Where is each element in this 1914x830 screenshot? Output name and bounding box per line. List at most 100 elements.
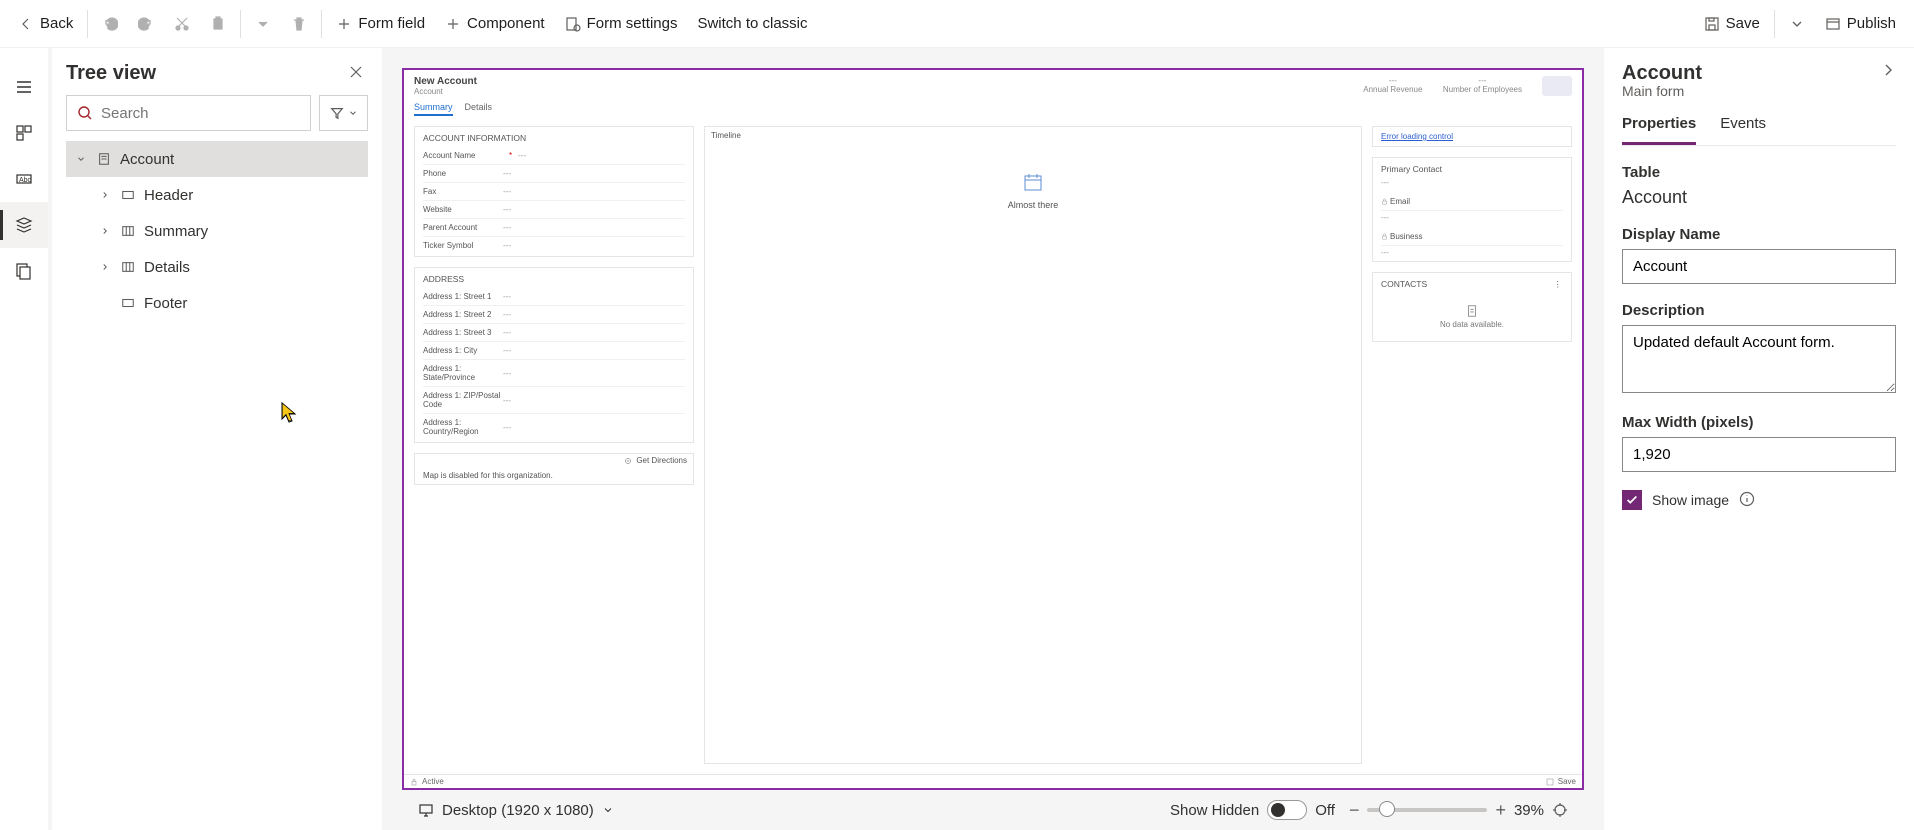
rail-form-libs[interactable]: [0, 248, 48, 294]
field-row[interactable]: Fax---: [423, 183, 685, 201]
tab-properties[interactable]: Properties: [1622, 115, 1696, 145]
field-row[interactable]: Address 1: Street 1---: [423, 288, 685, 306]
tab-events[interactable]: Events: [1720, 115, 1766, 145]
show-hidden-label: Show Hidden: [1170, 802, 1259, 819]
tree-item-account[interactable]: Account: [66, 141, 368, 177]
field-row[interactable]: Address 1: State/Province---: [423, 360, 685, 387]
prop-label: Description: [1622, 302, 1896, 319]
save-button[interactable]: Save: [1694, 0, 1770, 48]
zoom-in-button[interactable]: +: [1495, 800, 1506, 821]
tree-item-label: Account: [120, 151, 174, 168]
prop-display-name: Display Name: [1622, 226, 1896, 284]
switch-classic-button[interactable]: Switch to classic: [687, 0, 817, 48]
redo-icon: [138, 16, 154, 32]
tree-item-footer[interactable]: Footer: [66, 285, 368, 321]
tab-icon: [121, 260, 135, 274]
toggle-off-label: Off: [1315, 802, 1335, 819]
rail-fields[interactable]: Abc: [0, 156, 48, 202]
section-map[interactable]: Get Directions Map is disabled for this …: [414, 453, 694, 485]
field-row[interactable]: Website---: [423, 201, 685, 219]
error-loading-link[interactable]: Error loading control: [1381, 132, 1453, 141]
prop-label: Display Name: [1622, 226, 1896, 243]
plus-icon: [445, 16, 461, 32]
back-button[interactable]: Back: [8, 0, 83, 48]
tree-close-button[interactable]: [348, 64, 364, 83]
device-dropdown[interactable]: Desktop (1920 x 1080): [418, 802, 614, 819]
properties-header: Account Main form: [1622, 62, 1896, 99]
show-image-label: Show image: [1652, 492, 1729, 508]
redo-button[interactable]: [128, 0, 164, 48]
form-canvas[interactable]: New Account Account ---Annual Revenue --…: [402, 68, 1584, 790]
chevron-more-button[interactable]: [245, 0, 281, 48]
info-button[interactable]: [1739, 491, 1755, 510]
tree-search-box[interactable]: [66, 95, 311, 131]
almost-there-text: Almost there: [1008, 200, 1059, 210]
form-field-button[interactable]: Form field: [326, 0, 435, 48]
field-row[interactable]: Business: [1381, 228, 1563, 246]
description-textarea[interactable]: [1622, 325, 1896, 393]
field-row[interactable]: Address 1: City---: [423, 342, 685, 360]
canvas-tab-details[interactable]: Details: [465, 100, 493, 116]
metric-employees: ---Number of Employees: [1443, 76, 1522, 96]
component-button[interactable]: Component: [435, 0, 555, 48]
display-name-input[interactable]: [1622, 249, 1896, 284]
field-row[interactable]: Phone---: [423, 165, 685, 183]
component-label: Component: [467, 15, 545, 32]
cut-button[interactable]: [164, 0, 200, 48]
field-row[interactable]: Parent Account---: [423, 219, 685, 237]
section-account-info[interactable]: ACCOUNT INFORMATION Account Name*--- Pho…: [414, 126, 694, 257]
get-directions-link[interactable]: Get Directions: [415, 454, 693, 467]
rail-components[interactable]: [0, 110, 48, 156]
save-icon: [1704, 16, 1720, 32]
header-image-placeholder: [1542, 76, 1572, 96]
chevron-right-icon: [100, 190, 110, 200]
chevron-down-icon: [348, 108, 358, 118]
section-primary-contact[interactable]: Primary Contact --- Email --- Business -…: [1372, 157, 1572, 262]
chevron-right-icon: [100, 226, 110, 236]
show-hidden-toggle[interactable]: Show Hidden Off: [1170, 800, 1335, 820]
field-row[interactable]: Address 1: ZIP/Postal Code---: [423, 387, 685, 414]
filter-button[interactable]: [319, 95, 368, 131]
save-label: Save: [1726, 15, 1760, 32]
save-dropdown-button[interactable]: [1779, 0, 1815, 48]
section-contacts[interactable]: CONTACTS⋮ No data available.: [1372, 272, 1572, 342]
form-libs-icon: [15, 262, 33, 280]
section-address[interactable]: ADDRESS Address 1: Street 1--- Address 1…: [414, 267, 694, 443]
canvas-header: New Account Account ---Annual Revenue --…: [404, 70, 1582, 98]
document-icon: [1465, 304, 1479, 318]
field-row[interactable]: Address 1: Street 3---: [423, 324, 685, 342]
canvas-tab-summary[interactable]: Summary: [414, 100, 453, 116]
form-settings-button[interactable]: Form settings: [555, 0, 688, 48]
zoom-slider[interactable]: [1367, 808, 1487, 812]
toggle-switch[interactable]: [1267, 800, 1307, 820]
rail-tree-view[interactable]: [0, 202, 48, 248]
lock-icon: [1381, 198, 1388, 205]
search-input[interactable]: [101, 105, 300, 122]
tree-item-header[interactable]: Header: [66, 177, 368, 213]
prop-show-image[interactable]: Show image: [1622, 490, 1896, 510]
properties-collapse-button[interactable]: [1880, 62, 1896, 81]
field-row[interactable]: Address 1: Country/Region---: [423, 414, 685, 440]
rail-hamburger[interactable]: [0, 64, 48, 110]
section-error[interactable]: Error loading control: [1372, 126, 1572, 147]
maxwidth-input[interactable]: [1622, 437, 1896, 472]
delete-button[interactable]: [281, 0, 317, 48]
tree-item-details[interactable]: Details: [66, 249, 368, 285]
form-title: New Account: [414, 76, 477, 87]
tree-header: Tree view: [52, 54, 382, 95]
chevron-down-icon: [76, 154, 86, 164]
field-row[interactable]: Email: [1381, 193, 1563, 211]
section-timeline[interactable]: Timeline Almost there: [704, 126, 1362, 764]
publish-button[interactable]: Publish: [1815, 0, 1906, 48]
paste-button[interactable]: [200, 0, 236, 48]
zoom-out-button[interactable]: −: [1349, 800, 1360, 821]
checkbox-checked[interactable]: [1622, 490, 1642, 510]
tree-item-summary[interactable]: Summary: [66, 213, 368, 249]
undo-button[interactable]: [92, 0, 128, 48]
map-disabled-text: Map is disabled for this organization.: [415, 467, 693, 484]
field-row[interactable]: Account Name*---: [423, 147, 685, 165]
field-row[interactable]: Ticker Symbol---: [423, 237, 685, 254]
field-row[interactable]: Address 1: Street 2---: [423, 306, 685, 324]
publish-icon: [1825, 16, 1841, 32]
svg-text:Abc: Abc: [19, 177, 32, 184]
